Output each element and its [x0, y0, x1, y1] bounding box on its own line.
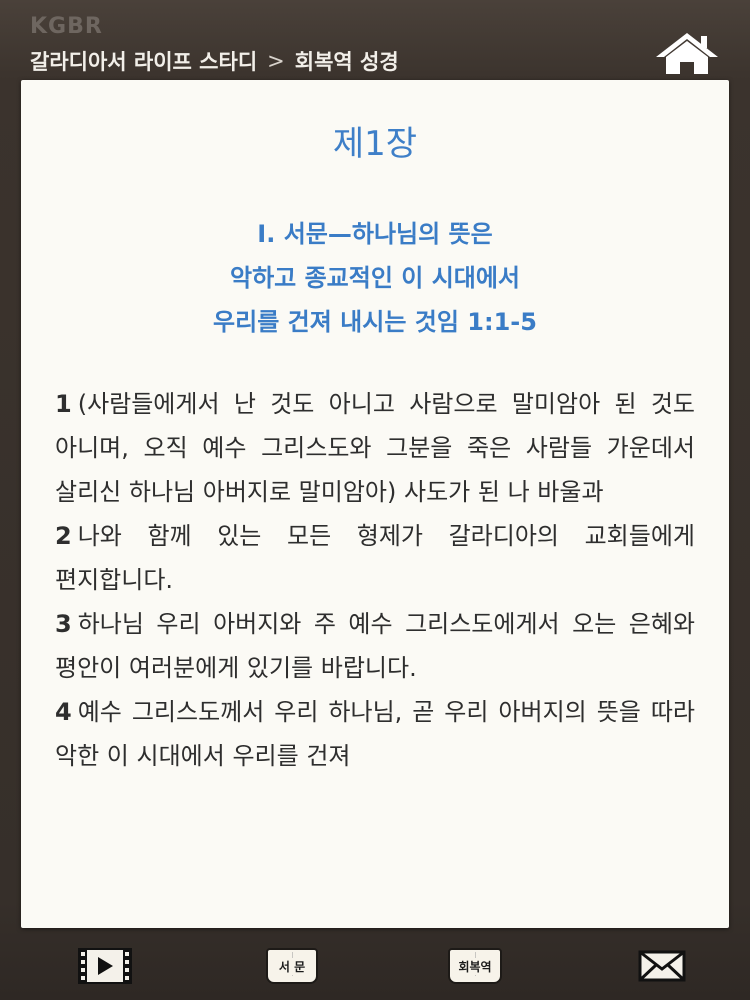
- verse-text: 예수 그리스도께서 우리 하나님, 곧 우리 아버지의 뜻을 따라 악한 이 시…: [55, 698, 695, 770]
- app-frame: KGBR 갈라디아서 라이프 스타디 > 회복역 성경 제1장 Ⅰ. 서문—하나…: [0, 0, 750, 1000]
- verse-4: 4 예수 그리스도께서 우리 하나님, 곧 우리 아버지의 뜻을 따라 악한 이 …: [55, 690, 695, 778]
- verse-1: 1 (사람들에게서 난 것도 아니고 사람으로 말미암아 된 것도 아니며, 오직…: [55, 382, 695, 514]
- recovery-label: 회복역: [456, 957, 494, 975]
- mail-button[interactable]: [638, 946, 686, 986]
- verse-text: 하나님 우리 아버지와 주 예수 그리스도에게서 오는 은혜와 평안이 여러분에…: [55, 610, 695, 682]
- verse-text: 나와 함께 있는 모든 형제가 갈라디아의 교회들에게 편지합니다.: [55, 522, 695, 594]
- section-heading-line: 악하고 종교적인 이 시대에서: [229, 264, 521, 292]
- book-icon: 회복역: [448, 948, 502, 984]
- verse-3: 3 하나님 우리 아버지와 주 예수 그리스도에게서 오는 은혜와 평안이 여러분…: [55, 602, 695, 690]
- video-play-icon: [78, 948, 132, 984]
- recovery-version-button[interactable]: 회복역: [448, 946, 502, 986]
- verse-text: (사람들에게서 난 것도 아니고 사람으로 말미암아 된 것도 아니며, 오직 …: [55, 390, 695, 506]
- breadcrumb-separator: >: [267, 49, 285, 73]
- breadcrumb: 갈라디아서 라이프 스타디 > 회복역 성경: [30, 46, 399, 76]
- intro-label: 서 문: [276, 957, 308, 975]
- intro-button[interactable]: 서 문: [266, 946, 318, 986]
- section-heading: Ⅰ. 서문—하나님의 뜻은 악하고 종교적인 이 시대에서 우리를 건져 내시는…: [21, 212, 729, 344]
- section-heading-line: 우리를 건져 내시는 것임 1:1-5: [213, 308, 537, 336]
- verse-number: 2: [55, 522, 72, 550]
- home-icon: [656, 33, 718, 74]
- verse-2: 2 나와 함께 있는 모든 형제가 갈라디아의 교회들에게 편지합니다.: [55, 514, 695, 602]
- brand-logo: KGBR: [30, 14, 103, 39]
- video-button[interactable]: [78, 946, 132, 986]
- home-button[interactable]: [654, 30, 720, 76]
- verse-list: 1 (사람들에게서 난 것도 아니고 사람으로 말미암아 된 것도 아니며, 오직…: [55, 382, 695, 778]
- mail-icon: [638, 950, 686, 982]
- breadcrumb-current: 회복역 성경: [294, 50, 399, 74]
- content-page: 제1장 Ⅰ. 서문—하나님의 뜻은 악하고 종교적인 이 시대에서 우리를 건져…: [21, 80, 729, 928]
- verse-number: 1: [55, 390, 72, 418]
- verse-number: 4: [55, 698, 72, 726]
- section-heading-line: Ⅰ. 서문—하나님의 뜻은: [257, 220, 493, 248]
- bottom-toolbar: 서 문 회복역: [0, 938, 750, 1000]
- verse-number: 3: [55, 610, 72, 638]
- breadcrumb-parent[interactable]: 갈라디아서 라이프 스타디: [30, 46, 257, 76]
- chapter-title: 제1장: [332, 124, 418, 164]
- book-icon: 서 문: [266, 948, 318, 984]
